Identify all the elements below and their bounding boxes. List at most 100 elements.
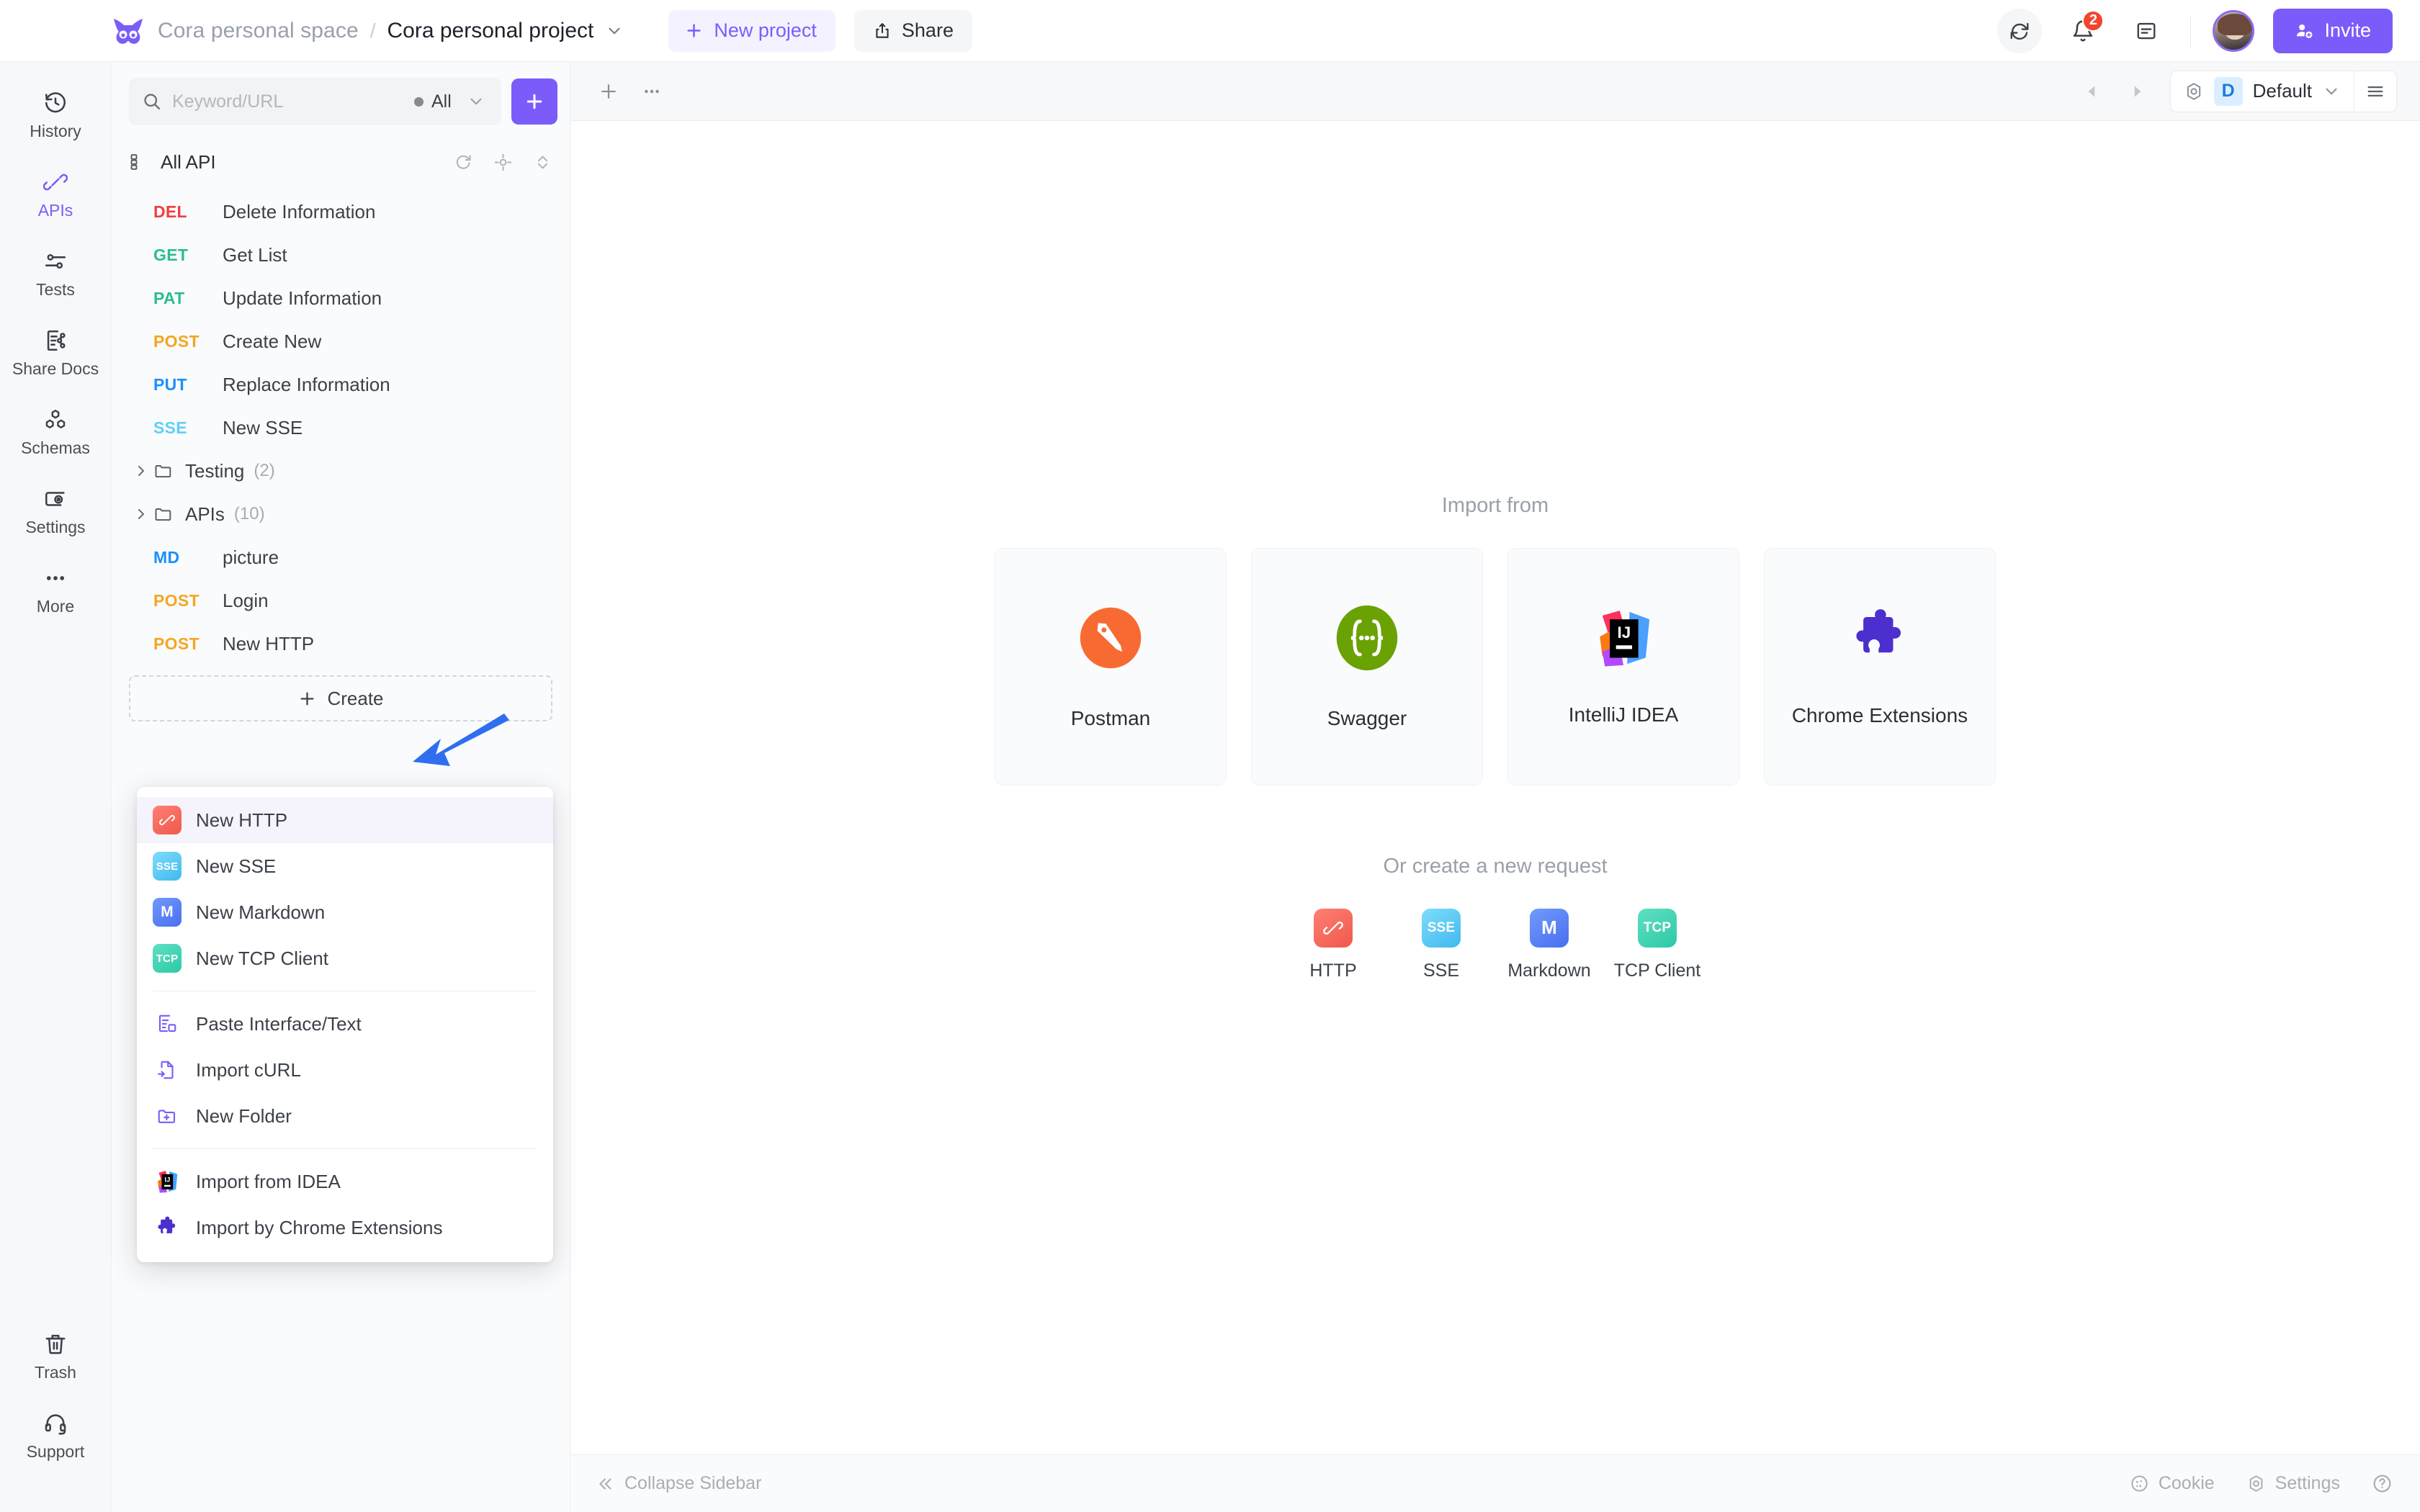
api-list-item[interactable]: PAT Update Information (112, 276, 570, 320)
method-badge: PAT (153, 288, 185, 307)
menu-item-label: Import by Chrome Extensions (196, 1216, 443, 1238)
api-list-item[interactable]: SSE New SSE (112, 406, 570, 449)
chevron-right-icon[interactable] (2120, 74, 2154, 109)
import-card-intellij-idea[interactable]: IJ IntelliJ IDEA (1507, 547, 1739, 786)
import-card-chrome-extensions[interactable]: Chrome Extensions (1764, 547, 1996, 786)
rail-item-schemas[interactable]: Schemas (0, 397, 112, 465)
menu-item-label: New TCP Client (196, 947, 328, 969)
api-list-item[interactable]: POST Login (112, 579, 570, 622)
rail-item-trash[interactable]: Trash (0, 1322, 112, 1390)
search-box[interactable]: All (129, 78, 501, 125)
menu-item-import-curl[interactable]: Import cURL (137, 1047, 553, 1093)
environment-selector[interactable]: D Default (2171, 71, 2354, 112)
collapse-sidebar-button[interactable]: Collapse Sidebar (596, 1473, 761, 1494)
markdown-square-icon: M (153, 898, 182, 927)
rail-item-settings[interactable]: Settings (0, 477, 112, 544)
api-list-item[interactable]: DEL Delete Information (112, 190, 570, 233)
create-dropdown-menu: New HTTP SSE New SSE M New Markdown TCP … (137, 787, 553, 1262)
settings-button[interactable]: Settings (2246, 1473, 2340, 1494)
refresh-icon[interactable] (454, 153, 473, 172)
share-icon (873, 22, 892, 40)
menu-item-label: New Markdown (196, 901, 326, 923)
filter-dot-icon (414, 96, 424, 107)
new-folder-icon (153, 1105, 182, 1127)
import-card-postman[interactable]: Postman (995, 547, 1227, 786)
chevron-right-icon[interactable] (129, 462, 153, 480)
api-list-item[interactable]: GET Get List (112, 233, 570, 276)
menu-item-new-markdown[interactable]: M New Markdown (137, 889, 553, 935)
method-badge: MD (153, 547, 180, 567)
main-toolbar-right: D Default (2075, 70, 2397, 112)
settings-label: Settings (2275, 1473, 2340, 1493)
api-list-item[interactable]: MD picture (112, 536, 570, 579)
share-button[interactable]: Share (853, 9, 972, 52)
quick-create-sse[interactable]: SSE SSE (1387, 908, 1495, 981)
rail-item-more[interactable]: More (0, 556, 112, 624)
rail-label: More (36, 597, 75, 616)
apis-icon (43, 170, 68, 194)
chevron-right-icon[interactable] (129, 505, 153, 523)
menu-item-paste-interface-text[interactable]: Paste Interface/Text (137, 1001, 553, 1047)
add-api-button[interactable] (511, 78, 557, 125)
all-api-row[interactable]: All API (112, 138, 570, 186)
rail-item-history[interactable]: History (0, 81, 112, 148)
chevron-left-icon[interactable] (2075, 74, 2110, 109)
intellij-idea-icon: IJ (153, 1169, 182, 1194)
owl-logo-icon[interactable] (112, 17, 145, 45)
env-list-button[interactable] (2354, 71, 2396, 112)
api-list-item[interactable]: POST Create New (112, 320, 570, 363)
breadcrumb-project[interactable]: Cora personal project (387, 19, 594, 43)
quick-create-markdown[interactable]: M Markdown (1495, 908, 1603, 981)
quick-create-tcp-client[interactable]: TCP TCP Client (1603, 908, 1711, 981)
menu-item-new-http[interactable]: New HTTP (137, 797, 553, 843)
method-badge: GET (153, 245, 189, 264)
sse-square-icon: SSE (1422, 908, 1461, 948)
chevron-down-icon[interactable] (605, 22, 624, 40)
quick-create-label: TCP Client (1613, 960, 1701, 981)
rail-item-support[interactable]: Support (0, 1401, 112, 1469)
plus-icon (524, 91, 545, 112)
paste-interface-icon (153, 1013, 182, 1035)
menu-item-import-by-chrome-extensions[interactable]: Import by Chrome Extensions (137, 1205, 553, 1251)
notifications-button[interactable]: 2 (2061, 9, 2105, 53)
create-label: Create (327, 687, 384, 709)
notes-button[interactable] (2124, 9, 2169, 53)
import-cards: Postman Swagger IJ IntelliJ IDEA Chrome … (995, 547, 1996, 786)
new-project-button[interactable]: New project (668, 9, 835, 52)
api-folder-item[interactable]: Testing (2) (112, 449, 570, 492)
search-input[interactable] (172, 91, 404, 112)
menu-item-new-sse[interactable]: SSE New SSE (137, 843, 553, 889)
create-button[interactable]: Create (129, 675, 552, 721)
quick-create-label: HTTP (1309, 960, 1357, 981)
cookie-button[interactable]: Cookie (2130, 1473, 2215, 1494)
folder-count: (2) (254, 461, 275, 480)
help-button[interactable] (2372, 1473, 2393, 1494)
search-filter-dropdown[interactable]: All (414, 91, 488, 112)
history-icon (43, 91, 68, 115)
http-square-icon (153, 806, 182, 834)
sync-button[interactable] (1997, 8, 2043, 53)
breadcrumb-space[interactable]: Cora personal space (158, 19, 359, 43)
avatar[interactable] (2213, 9, 2255, 52)
api-list-item[interactable]: PUT Replace Information (112, 363, 570, 406)
locate-icon[interactable] (493, 153, 513, 172)
menu-item-import-from-idea[interactable]: IJ Import from IDEA (137, 1158, 553, 1205)
more-horizontal-icon[interactable] (632, 72, 671, 111)
sort-icon[interactable] (533, 153, 552, 172)
plus-icon (684, 21, 704, 40)
api-list-item[interactable]: POST New HTTP (112, 622, 570, 665)
tests-icon (43, 249, 68, 274)
api-folder-item[interactable]: APIs (10) (112, 492, 570, 536)
quick-create-http[interactable]: HTTP (1279, 908, 1387, 981)
rail-item-tests[interactable]: Tests (0, 239, 112, 307)
rail-item-apis[interactable]: APIs (0, 160, 112, 228)
import-card-label: IntelliJ IDEA (1568, 703, 1679, 726)
rail-item-share-docs[interactable]: Share Docs (0, 318, 112, 386)
search-row: All (112, 62, 570, 125)
invite-button[interactable]: Invite (2273, 8, 2393, 53)
menu-item-new-tcp-client[interactable]: TCP New TCP Client (137, 935, 553, 981)
plus-icon[interactable] (589, 72, 628, 111)
import-card-swagger[interactable]: Swagger (1251, 547, 1483, 786)
api-name: picture (223, 546, 279, 568)
menu-item-new-folder[interactable]: New Folder (137, 1093, 553, 1139)
